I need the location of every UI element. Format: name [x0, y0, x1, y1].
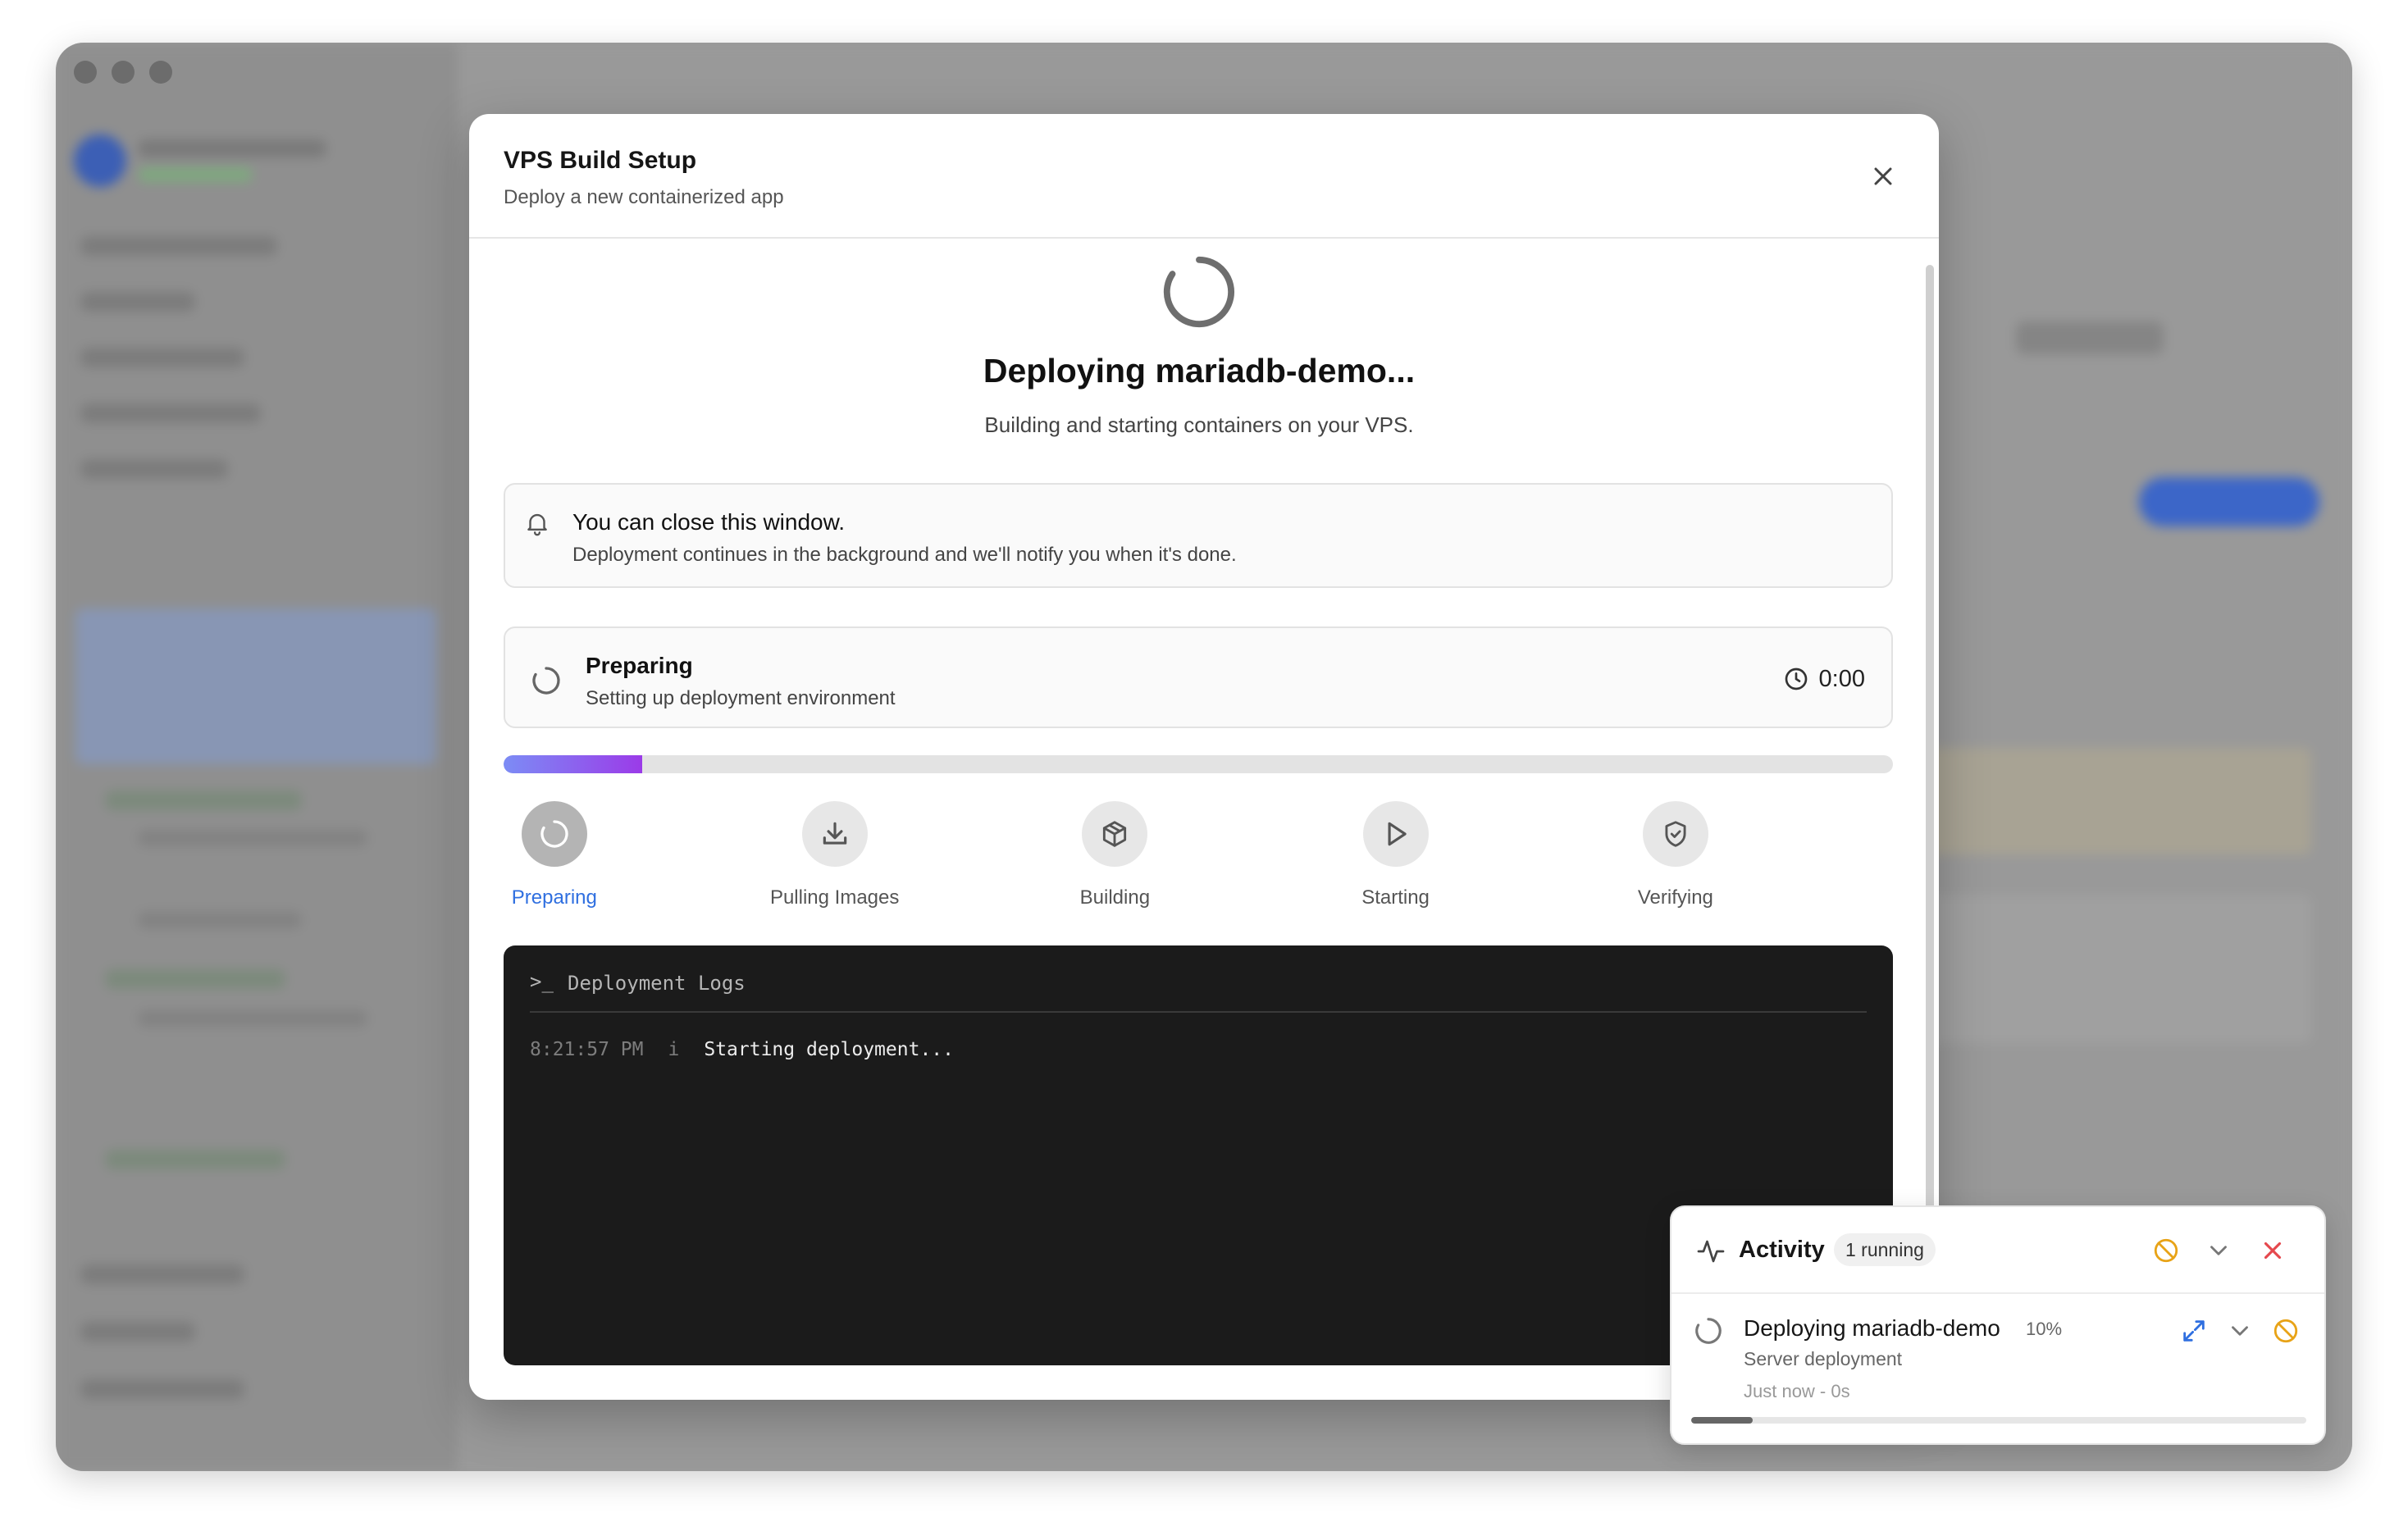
blurred-sidebar	[56, 43, 458, 1471]
deployment-progress-fill	[504, 755, 643, 773]
deployment-progress-bar	[504, 755, 1893, 773]
download-icon	[823, 822, 846, 845]
activity-title: Activity	[1739, 1237, 1825, 1263]
loading-spinner-icon	[1163, 256, 1235, 328]
terminal-icon: >_	[530, 970, 554, 993]
cancel-all-icon[interactable]	[2152, 1237, 2180, 1264]
activity-item-subtitle: Server deployment	[1744, 1348, 1903, 1369]
modal-header: VPS Build Setup Deploy a new containeriz…	[469, 114, 1939, 239]
status-card: Preparing Setting up deployment environm…	[504, 626, 1893, 728]
activity-item-title: Deploying mariadb-demo	[1744, 1315, 2000, 1341]
expand-icon[interactable]	[2180, 1317, 2208, 1345]
activity-item-meta: Just now - 0s	[1744, 1381, 1850, 1401]
step-label: Building	[1079, 886, 1151, 909]
play-icon	[1388, 822, 1407, 846]
window-zoom-dot[interactable]	[149, 61, 172, 84]
spinner-icon	[540, 820, 568, 848]
chevron-down-icon[interactable]	[2226, 1317, 2254, 1345]
close-button[interactable]	[1868, 162, 1898, 191]
window-minimize-dot[interactable]	[112, 61, 135, 84]
bell-icon	[527, 513, 547, 536]
modal-subtitle: Deploy a new containerized app	[504, 186, 784, 208]
window-close-dot[interactable]	[74, 61, 97, 84]
activity-header: Activity 1 running	[1671, 1207, 2324, 1294]
step-circle	[521, 801, 587, 867]
step-label: Preparing	[511, 886, 597, 909]
activity-item-percent: 10%	[2026, 1319, 2063, 1339]
elapsed-time: 0:00	[1818, 666, 1865, 692]
log-message: Starting deployment...	[704, 1039, 954, 1060]
step-verifying[interactable]: Verifying	[1569, 801, 1782, 909]
deploy-title: Deploying mariadb-demo...	[983, 352, 1416, 390]
logs-title: Deployment Logs	[568, 972, 746, 995]
running-count-badge: 1 running	[1834, 1233, 1936, 1266]
clock-icon	[1785, 667, 1808, 690]
spinner-icon	[1695, 1318, 1722, 1344]
cancel-icon[interactable]	[2272, 1317, 2300, 1345]
activity-pulse-icon	[1697, 1240, 1725, 1263]
log-time: 8:21:57 PM	[530, 1039, 644, 1060]
step-circle	[801, 801, 868, 867]
status-text: Setting up deployment environment	[586, 687, 896, 709]
info-icon: i	[668, 1039, 680, 1060]
step-circle	[1642, 801, 1708, 867]
log-entry: 8:21:57 PM i Starting deployment...	[530, 1039, 954, 1060]
background-notice: You can close this window. Deployment co…	[504, 483, 1893, 588]
step-preparing[interactable]: Preparing	[469, 801, 661, 909]
close-icon	[1874, 167, 1892, 185]
step-building[interactable]: Building	[1008, 801, 1221, 909]
notice-text: Deployment continues in the background a…	[572, 544, 1237, 566]
activity-item-progress-fill	[1691, 1417, 1753, 1424]
activity-panel: Activity 1 running Deploying mariadb-dem…	[1670, 1205, 2326, 1445]
modal-title: VPS Build Setup	[504, 147, 697, 174]
box-icon	[1103, 821, 1127, 847]
chevron-down-icon[interactable]	[2205, 1237, 2232, 1264]
logs-header: >_ Deployment Logs	[530, 970, 1867, 1013]
step-circle	[1082, 801, 1148, 867]
step-label: Verifying	[1637, 886, 1713, 909]
shield-check-icon	[1665, 821, 1686, 847]
step-label: Starting	[1361, 886, 1430, 909]
spinner-icon	[532, 667, 560, 695]
notice-title: You can close this window.	[572, 509, 846, 535]
activity-item-progress-bar	[1691, 1417, 2306, 1424]
step-starting[interactable]: Starting	[1289, 801, 1503, 909]
deployment-steps: Preparing Pulling Images Building Starti…	[504, 801, 1893, 909]
step-label: Pulling Images	[769, 886, 900, 909]
close-icon[interactable]	[2259, 1237, 2287, 1264]
step-circle	[1362, 801, 1429, 867]
step-pulling-images[interactable]: Pulling Images	[728, 801, 942, 909]
deploy-subtitle: Building and starting containers on your…	[984, 412, 1414, 437]
status-title: Preparing	[586, 653, 693, 678]
